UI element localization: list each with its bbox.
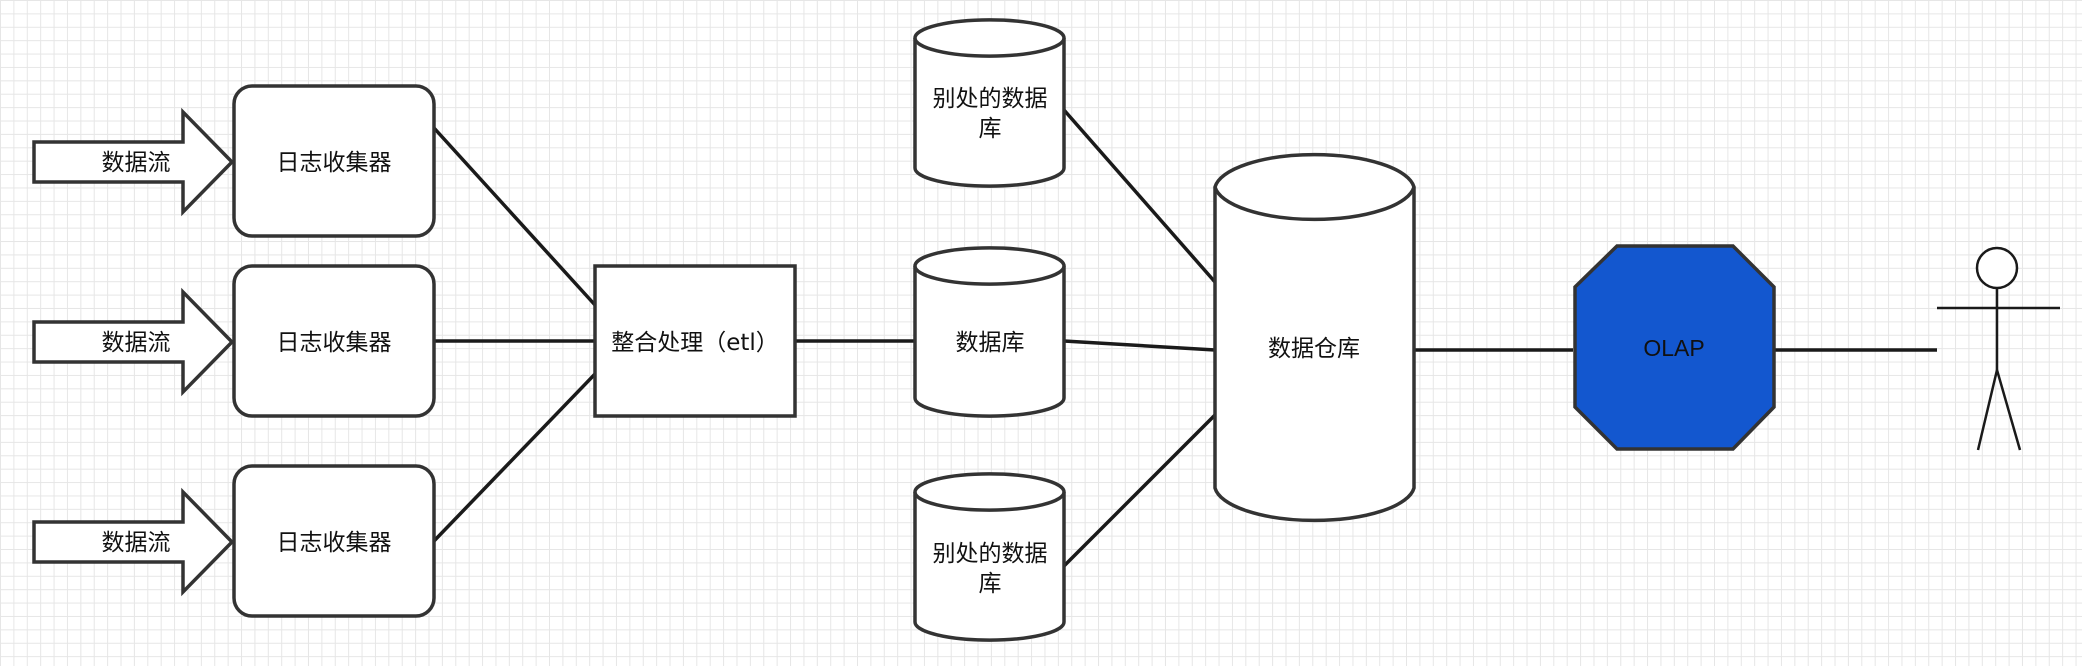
collector-label: 日志收集器 <box>277 330 392 356</box>
stream-label: 数据流 <box>102 330 171 356</box>
data-warehouse-cylinder: 数据仓库 <box>1213 152 1416 523</box>
log-collector-box: 日志收集器 <box>232 84 436 238</box>
stream-label: 数据流 <box>102 530 171 556</box>
warehouse-label: 数据仓库 <box>1268 336 1360 362</box>
user-actor-icon <box>1937 246 2060 451</box>
olap-octagon: OLAP <box>1573 244 1776 451</box>
stream-arrow: 数据流 <box>32 287 235 397</box>
architecture-diagram: 数据流 数据流 数据流 日志收集器 日志收集器 日志收集器 整合处理（etl） … <box>32 18 2060 642</box>
stream-arrow: 数据流 <box>32 107 235 217</box>
olap-label: OLAP <box>1643 335 1704 361</box>
stream-arrow: 数据流 <box>32 487 235 597</box>
edge-db3-warehouse <box>1062 413 1217 568</box>
log-collector-box: 日志收集器 <box>232 264 436 418</box>
database-label-line1: 别处的数据 <box>933 541 1048 567</box>
collector-label: 日志收集器 <box>277 150 392 176</box>
collector-label: 日志收集器 <box>277 530 392 556</box>
edge-db1-warehouse <box>1062 108 1217 284</box>
edge-collector1-etl <box>432 126 597 307</box>
database-label-line2: 库 <box>979 116 1002 142</box>
database-cylinder: 别处的数据 库 <box>913 18 1066 188</box>
log-collector-box: 日志收集器 <box>232 464 436 618</box>
edge-db2-warehouse <box>1063 339 1216 352</box>
database-label-line1: 别处的数据 <box>933 86 1048 112</box>
database-label-line2: 库 <box>979 571 1002 597</box>
etl-box: 整合处理（etl） <box>593 264 797 418</box>
database-cylinder: 别处的数据 库 <box>913 472 1066 642</box>
database-label-line1: 数据库 <box>956 330 1025 356</box>
etl-label: 整合处理（etl） <box>611 330 779 356</box>
stream-label: 数据流 <box>102 150 171 176</box>
database-cylinder: 数据库 <box>913 246 1066 418</box>
edge-collector3-etl <box>432 372 597 543</box>
